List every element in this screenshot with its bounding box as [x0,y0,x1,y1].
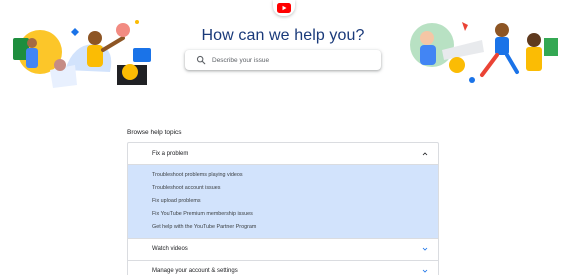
topic-link[interactable]: Get help with the YouTube Partner Progra… [152,221,438,234]
topic-link[interactable]: Troubleshoot problems playing videos [152,169,438,182]
topic-label: Manage your account & settings [152,268,238,275]
topic-watch-videos: Watch videos [128,239,438,261]
topic-label: Watch videos [152,246,188,253]
browse-topics-heading: Browse help topics [127,129,182,136]
help-topics-accordion: Fix a problem Troubleshoot problems play… [127,142,439,275]
page-title: How can we help you? [201,27,365,44]
chevron-down-icon [422,269,428,273]
topic-manage-account: Manage your account & settings [128,261,438,275]
search-input[interactable] [212,56,372,64]
topic-header-fix-a-problem[interactable]: Fix a problem [128,143,438,164]
topic-link[interactable]: Fix YouTube Premium membership issues [152,208,438,221]
youtube-logo-icon [277,3,291,13]
topic-label: Fix a problem [152,150,189,157]
youtube-logo[interactable] [273,0,295,16]
topic-fix-a-problem: Fix a problem Troubleshoot problems play… [128,143,438,239]
topic-link[interactable]: Troubleshoot account issues [152,182,438,195]
chevron-down-icon [422,247,428,251]
hero-illustration-left [13,20,151,88]
hero-illustration-right [410,22,558,83]
topic-links-fix-a-problem: Troubleshoot problems playing videos Tro… [128,164,438,238]
topic-link[interactable]: Fix upload problems [152,195,438,208]
chevron-up-icon [422,151,428,155]
hero-banner: How can we help you? [0,0,566,100]
search-icon [196,55,206,65]
topic-header-manage-account[interactable]: Manage your account & settings [128,261,438,275]
search-box[interactable] [185,50,381,70]
topic-header-watch-videos[interactable]: Watch videos [128,239,438,260]
